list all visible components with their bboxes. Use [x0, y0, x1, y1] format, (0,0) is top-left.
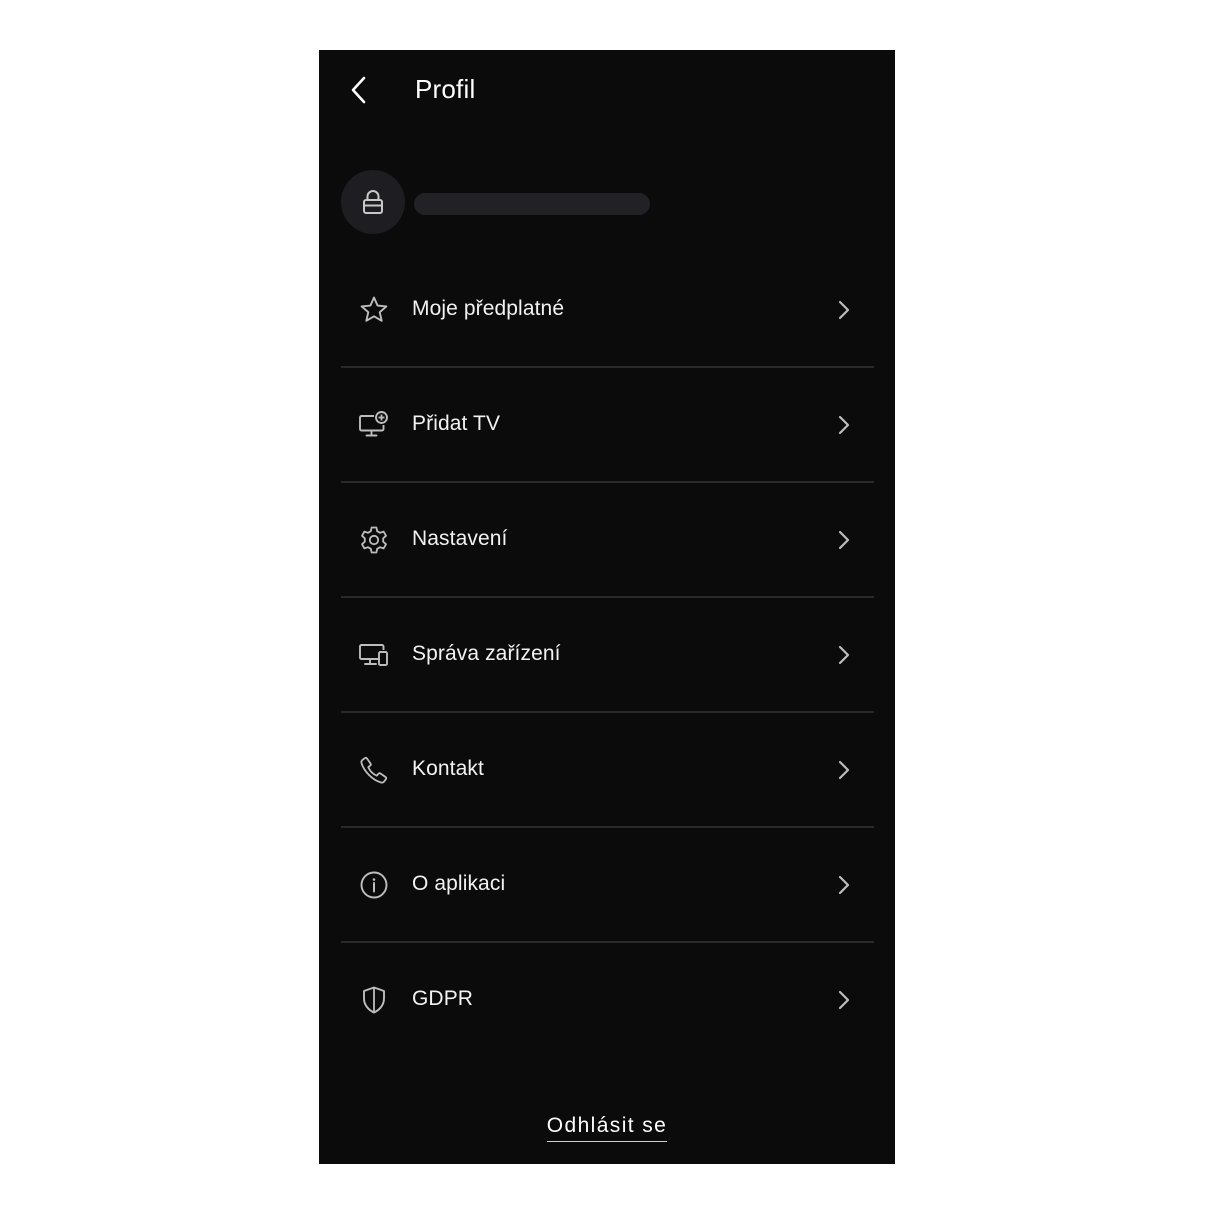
back-button[interactable] — [341, 72, 377, 108]
chevron-left-icon — [349, 75, 369, 105]
menu-item-devices[interactable]: Správa zařízení — [341, 598, 874, 713]
avatar[interactable] — [341, 170, 405, 234]
monitor-add-icon — [357, 410, 391, 440]
chevron-right-icon — [834, 873, 854, 897]
page-title: Profil — [415, 74, 476, 104]
menu-item-label: GDPR — [412, 987, 474, 1010]
menu-item-subscription[interactable]: Moje předplatné — [341, 253, 874, 368]
chevron-right-icon — [834, 643, 854, 667]
chevron-right-icon — [834, 298, 854, 322]
devices-icon — [357, 640, 391, 670]
header: Profil — [319, 50, 895, 132]
menu-item-label: Přidat TV — [412, 412, 501, 435]
gear-icon — [357, 525, 391, 555]
menu-item-add-tv[interactable]: Přidat TV — [341, 368, 874, 483]
menu-item-label: O aplikaci — [412, 872, 506, 895]
chevron-right-icon — [834, 758, 854, 782]
chevron-right-icon — [834, 528, 854, 552]
lock-icon — [361, 188, 385, 216]
star-icon — [357, 295, 391, 325]
logout-area: Odhlásit se — [319, 1114, 895, 1142]
profile-name-placeholder — [414, 193, 650, 215]
shield-icon — [357, 985, 391, 1015]
logout-link[interactable]: Odhlásit se — [546, 1114, 668, 1142]
chevron-right-icon — [834, 988, 854, 1012]
menu-item-label: Správa zařízení — [412, 642, 561, 665]
profile-menu: Moje předplatné Přidat TV Nastavení Sprá… — [341, 253, 874, 1056]
chevron-right-icon — [834, 413, 854, 437]
menu-item-settings[interactable]: Nastavení — [341, 483, 874, 598]
info-icon — [357, 870, 391, 900]
menu-item-contact[interactable]: Kontakt — [341, 713, 874, 828]
menu-item-about[interactable]: O aplikaci — [341, 828, 874, 943]
app-screen: Profil Moje předplatné Přidat TV Nastave… — [319, 50, 895, 1164]
menu-item-label: Moje předplatné — [412, 297, 565, 320]
menu-item-label: Nastavení — [412, 527, 508, 550]
profile-summary — [341, 170, 873, 234]
menu-item-gdpr[interactable]: GDPR — [341, 943, 874, 1056]
menu-item-label: Kontakt — [412, 757, 484, 780]
phone-icon — [357, 755, 391, 785]
